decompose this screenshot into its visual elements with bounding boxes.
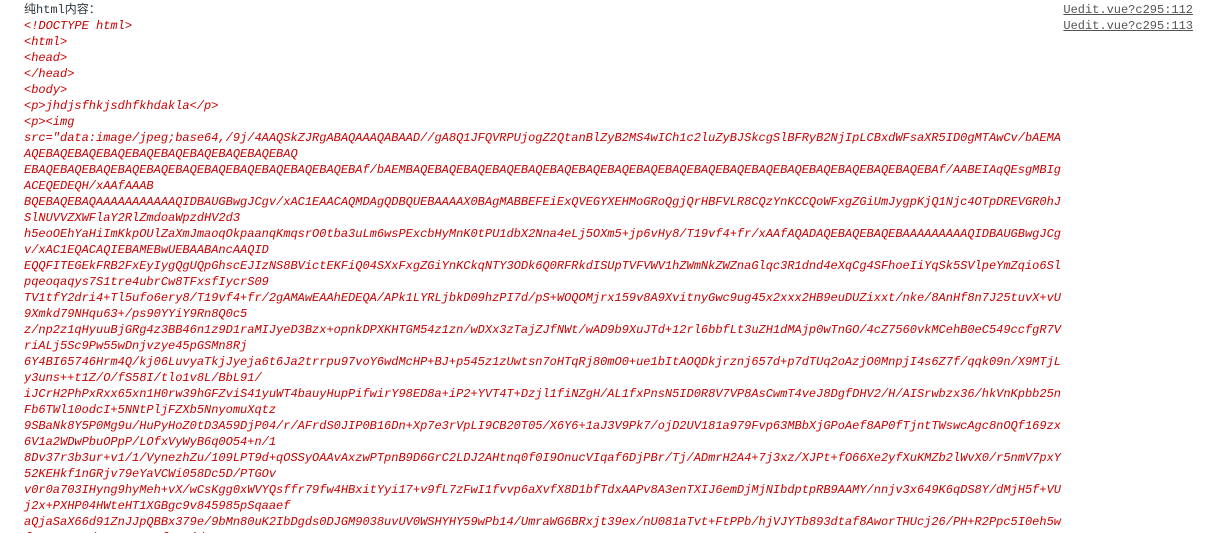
source-link-2[interactable]: Uedit.vue?c295:113 (1063, 18, 1213, 34)
log-body-row: <!DOCTYPE html> <html> <head> </head> <b… (0, 18, 1213, 533)
html-content-dump: <!DOCTYPE html> <html> <head> </head> <b… (0, 18, 1063, 533)
log-header-row: 纯html内容： Uedit.vue?c295:112 (0, 2, 1213, 18)
source-link[interactable]: Uedit.vue?c295:112 (1063, 3, 1193, 17)
source-link[interactable]: Uedit.vue?c295:113 (1063, 19, 1193, 33)
source-link-1[interactable]: Uedit.vue?c295:112 (1063, 2, 1213, 18)
log-label: 纯html内容： (0, 2, 1063, 18)
console-output: 纯html内容： Uedit.vue?c295:112 <!DOCTYPE ht… (0, 0, 1213, 533)
